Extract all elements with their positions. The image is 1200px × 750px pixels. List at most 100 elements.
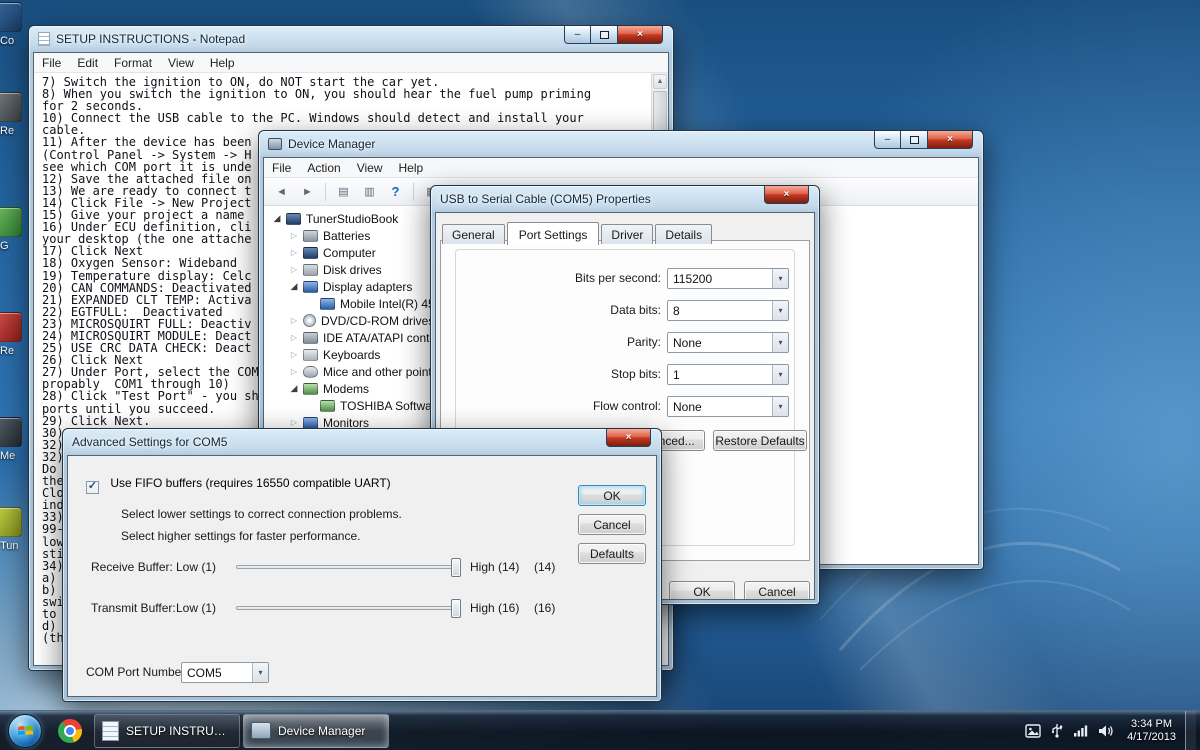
taskbar-button-device-manager[interactable]: Device Manager	[243, 714, 389, 748]
back-icon[interactable]: ◄	[270, 181, 293, 203]
field-combobox[interactable]: None▾	[667, 332, 789, 353]
chevron-down-icon[interactable]: ▾	[772, 365, 788, 384]
properties-titlebar[interactable]: USB to Serial Cable (COM5) Properties	[431, 186, 819, 212]
expand-icon[interactable]: ▷	[287, 248, 301, 257]
cancel-button[interactable]: Cancel	[578, 514, 646, 535]
chrome-icon	[58, 719, 82, 743]
desktop-icon[interactable]: Me	[0, 417, 30, 462]
taskbar-button-notepad[interactable]: SETUP INSTRUCTI...	[94, 714, 240, 748]
expand-icon[interactable]: ▷	[287, 418, 301, 427]
forward-icon[interactable]: ►	[296, 181, 319, 203]
tab-general[interactable]: General	[442, 224, 505, 244]
show-desktop-button[interactable]	[1185, 711, 1196, 750]
properties-icon[interactable]: ▥	[358, 181, 381, 203]
dm-menu-action[interactable]: Action	[299, 158, 348, 178]
help-icon[interactable]: ?	[384, 181, 407, 203]
usb-tray-icon[interactable]	[1050, 723, 1064, 738]
notepad-menu-edit[interactable]: Edit	[69, 53, 106, 73]
dm-menu-file[interactable]: File	[264, 158, 299, 178]
chevron-down-icon[interactable]: ▾	[772, 301, 788, 320]
expand-icon[interactable]: ▷	[287, 350, 301, 359]
chevron-down-icon[interactable]: ▾	[252, 663, 268, 682]
dvd-icon	[303, 314, 316, 327]
collapse-icon[interactable]: ◢	[270, 213, 284, 224]
notepad-menu-format[interactable]: Format	[106, 53, 160, 73]
system-tray: 3:34 PM 4/17/2013	[1025, 711, 1200, 750]
collapse-icon[interactable]: ◢	[287, 281, 301, 292]
start-button[interactable]	[8, 714, 42, 748]
console-window-icon[interactable]: ▤	[332, 181, 355, 203]
expand-icon[interactable]: ▷	[287, 367, 301, 376]
minimize-icon[interactable]: –	[874, 131, 901, 149]
chrome-taskbar-icon[interactable]	[50, 714, 90, 748]
expand-icon[interactable]: ▷	[287, 333, 301, 342]
chevron-down-icon[interactable]: ▾	[772, 269, 788, 288]
cancel-button[interactable]: Cancel	[744, 581, 810, 600]
dm-menu-help[interactable]: Help	[391, 158, 432, 178]
desktop-icon[interactable]: Re	[0, 312, 30, 357]
advanced-settings-dialog: Advanced Settings for COM5 × ✓ Use FIFO …	[62, 428, 662, 702]
restore-defaults-button[interactable]: Restore Defaults	[713, 430, 807, 451]
maximize-icon[interactable]	[901, 131, 928, 149]
close-icon[interactable]: ×	[764, 186, 809, 204]
field-combobox[interactable]: 8▾	[667, 300, 789, 321]
taskbar-clock[interactable]: 3:34 PM 4/17/2013	[1127, 718, 1176, 744]
tree-item-label: Disk drives	[323, 263, 382, 277]
desktop-icon-label: Co	[0, 35, 30, 47]
device-manager-icon	[251, 722, 271, 739]
close-icon[interactable]: ×	[606, 429, 651, 447]
windows-flag-icon	[17, 723, 34, 738]
close-icon[interactable]: ×	[928, 131, 973, 149]
collapse-icon[interactable]: ◢	[287, 383, 301, 394]
ok-button[interactable]: OK	[669, 581, 735, 600]
advanced-titlebar[interactable]: Advanced Settings for COM5	[63, 429, 661, 455]
desktop-icon-image	[0, 2, 22, 32]
notepad-menu-file[interactable]: File	[34, 53, 69, 73]
network-tray-icon[interactable]	[1073, 724, 1089, 737]
photo-tray-icon[interactable]	[1025, 724, 1041, 738]
field-combobox[interactable]: 1▾	[667, 364, 789, 385]
tab-driver[interactable]: Driver	[601, 224, 653, 244]
chevron-down-icon[interactable]: ▾	[772, 333, 788, 352]
chevron-down-icon[interactable]: ▾	[772, 397, 788, 416]
transmit-buffer-slider[interactable]	[236, 606, 458, 610]
fifo-checkbox[interactable]: ✓	[86, 481, 99, 494]
advanced-title: Advanced Settings for COM5	[72, 435, 227, 449]
modem-icon	[303, 383, 318, 395]
display-icon	[320, 298, 335, 310]
notepad-icon	[102, 721, 119, 741]
minimize-icon[interactable]: –	[564, 26, 591, 44]
desktop-icon[interactable]: Co	[0, 2, 30, 47]
tab-details[interactable]: Details	[655, 224, 712, 244]
slider-thumb[interactable]	[451, 599, 461, 618]
mouse-icon	[303, 366, 318, 378]
desktop-icon-image	[0, 507, 22, 537]
tab-port-settings[interactable]: Port Settings	[507, 222, 600, 245]
desktop-icon[interactable]: Re	[0, 92, 30, 137]
expand-icon[interactable]: ▷	[287, 316, 301, 325]
volume-tray-icon[interactable]	[1098, 724, 1114, 738]
desktop-icon[interactable]: G	[0, 207, 30, 252]
slider-thumb[interactable]	[451, 558, 461, 577]
combobox-value: None	[668, 400, 702, 414]
computer-icon	[286, 213, 301, 225]
combobox-value: 1	[668, 368, 680, 382]
field-combobox[interactable]: None ▾	[667, 396, 789, 417]
com-port-combobox[interactable]: COM5 ▾	[181, 662, 269, 683]
tree-item-label: TOSHIBA Software	[340, 399, 443, 413]
notepad-menu-help[interactable]: Help	[202, 53, 243, 73]
desktop-icon-image	[0, 312, 22, 342]
maximize-icon[interactable]	[591, 26, 618, 44]
defaults-button[interactable]: Defaults	[578, 543, 646, 564]
scroll-up-icon[interactable]: ▲	[653, 74, 667, 89]
dm-menu-view[interactable]: View	[349, 158, 391, 178]
close-icon[interactable]: ×	[618, 26, 663, 44]
ok-button[interactable]: OK	[578, 485, 646, 506]
expand-icon[interactable]: ▷	[287, 231, 301, 240]
expand-icon[interactable]: ▷	[287, 265, 301, 274]
notepad-menu-view[interactable]: View	[160, 53, 202, 73]
receive-buffer-slider[interactable]	[236, 565, 458, 569]
tree-item-label: Computer	[323, 246, 376, 260]
desktop-icon[interactable]: Tun	[0, 507, 30, 552]
field-combobox[interactable]: 115200▾	[667, 268, 789, 289]
